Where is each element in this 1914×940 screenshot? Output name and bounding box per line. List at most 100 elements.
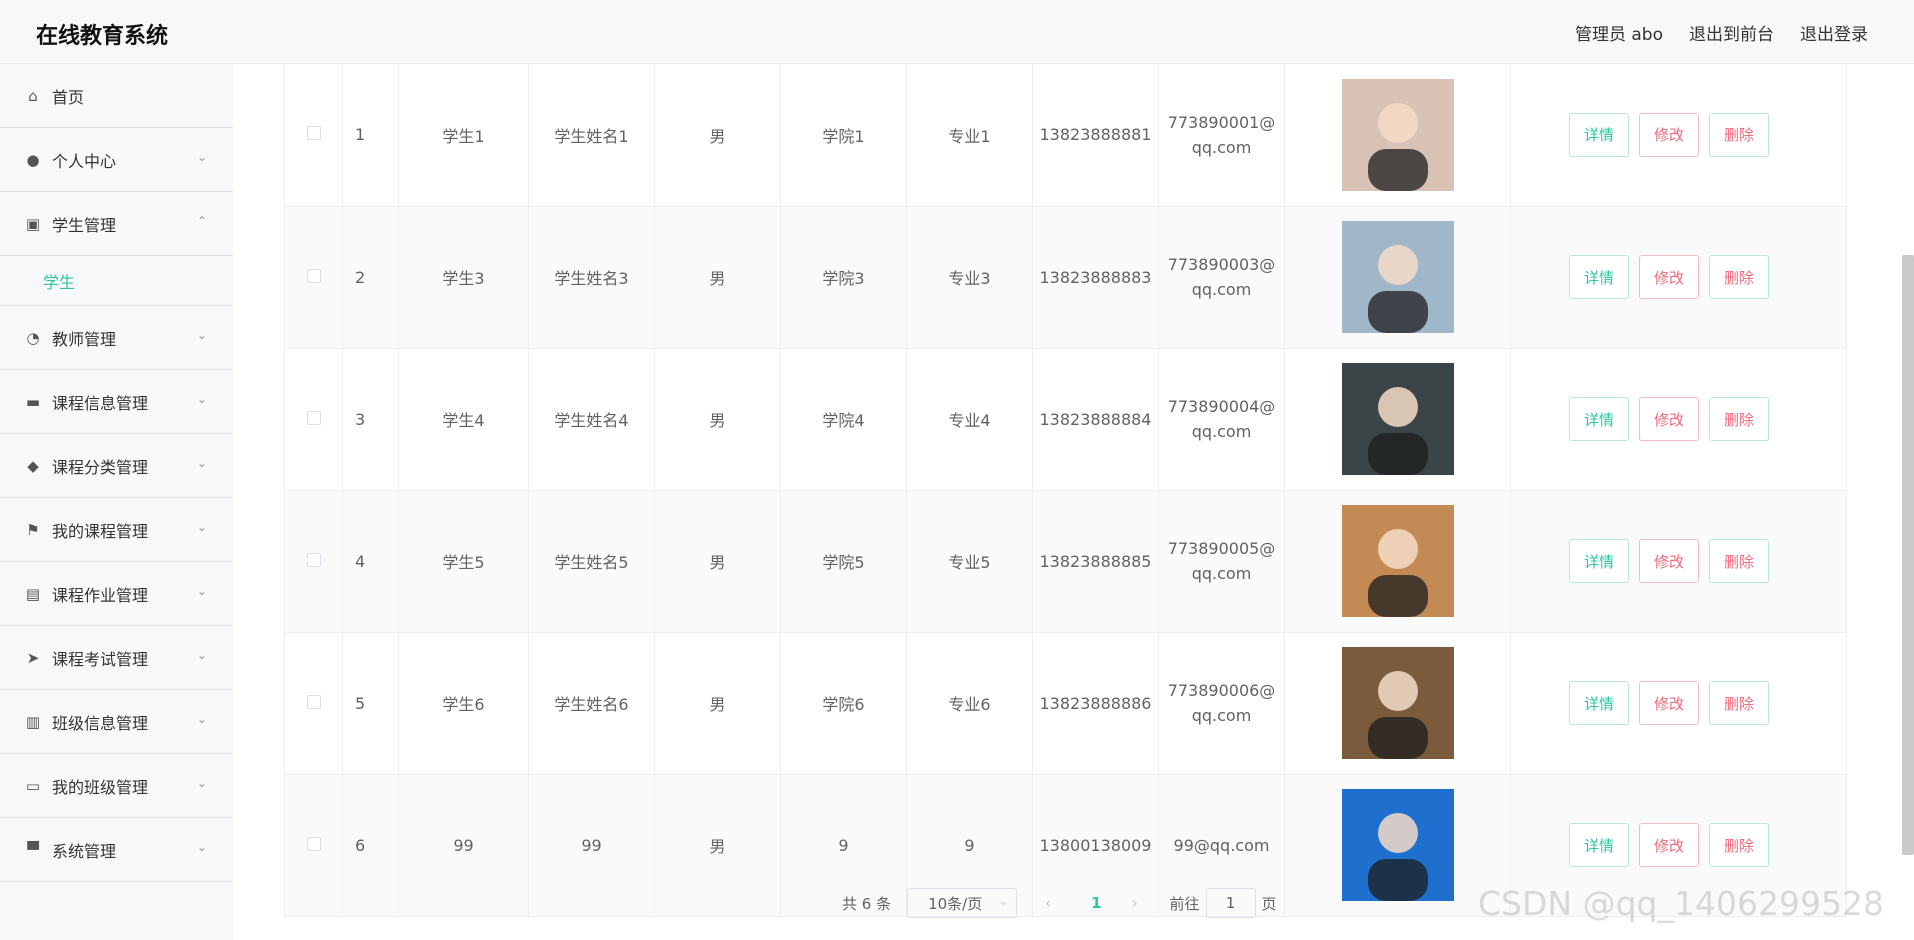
table-row: 2 学生3 学生姓名3 男 学院3 专业3 13823888883 773890… (284, 206, 1847, 349)
sidebar-item-my-class[interactable]: ▭ 我的班级管理 ⌄ (0, 754, 233, 818)
sidebar-item-label: 班级信息管理 (52, 713, 149, 733)
delete-button[interactable]: 删除 (1709, 823, 1770, 867)
email-cell: 773890005@ qq.com (1158, 490, 1285, 633)
phone-cell: 13823888881 (1032, 64, 1159, 207)
name-cell: 学生姓名4 (528, 348, 655, 491)
prev-page-button[interactable]: ‹ (1045, 894, 1051, 912)
phone-cell: 13823888886 (1032, 632, 1159, 775)
delete-button[interactable]: 删除 (1709, 681, 1770, 725)
checkbox-cell (284, 206, 343, 349)
sidebar-item-label: 课程分类管理 (52, 457, 149, 477)
edit-button[interactable]: 修改 (1639, 255, 1700, 299)
exit-to-front-link[interactable]: 退出到前台 (1689, 20, 1774, 45)
row-checkbox[interactable] (306, 268, 321, 283)
row-checkbox[interactable] (306, 836, 321, 851)
checkbox-cell (284, 632, 343, 775)
row-checkbox[interactable] (306, 126, 321, 141)
account-cell: 学生6 (398, 632, 529, 775)
sidebar-item-label: 首页 (52, 87, 85, 107)
chevron-down-icon: ⌄ (196, 584, 207, 598)
delete-button[interactable]: 删除 (1709, 539, 1770, 583)
gender-cell: 男 (654, 774, 781, 917)
sidebar-item-personal-center[interactable]: ● 个人中心 ⌄ (0, 128, 233, 192)
email-cell: 773890003@ qq.com (1158, 206, 1285, 349)
leaf-icon: ◆ (27, 456, 39, 475)
desktop-icon: ▀ (27, 840, 39, 859)
chevron-down-icon: ⌄ (196, 456, 207, 470)
index-cell: 5 (342, 632, 399, 775)
current-page[interactable]: 1 (1091, 894, 1101, 912)
email-line2: qq.com (1191, 706, 1252, 725)
header-links: 管理员 abo 退出到前台 退出登录 (1575, 20, 1868, 45)
edit-button[interactable]: 修改 (1639, 823, 1700, 867)
chevron-up-icon: ⌃ (196, 214, 207, 228)
sidebar-item-label: 系统管理 (52, 841, 117, 861)
sidebar-item-course-info[interactable]: ▬ 课程信息管理 ⌄ (0, 370, 233, 434)
sidebar-item-teacher-management[interactable]: ◔ 教师管理 ⌄ (0, 306, 233, 370)
logout-link[interactable]: 退出登录 (1800, 20, 1868, 45)
index-cell: 3 (342, 348, 399, 491)
sidebar-item-label: 个人中心 (52, 151, 117, 171)
edit-button[interactable]: 修改 (1639, 112, 1700, 157)
monitor-icon: ▬ (25, 392, 41, 411)
page-size-select[interactable]: 10条/页 ⌄ (907, 888, 1018, 918)
sidebar-item-label: 学生管理 (52, 215, 117, 235)
page-size-value: 10条/页 (928, 894, 983, 913)
detail-button[interactable]: 详情 (1569, 112, 1630, 157)
email-line2: qq.com (1191, 422, 1252, 441)
name-cell: 学生姓名1 (528, 64, 655, 207)
edit-button[interactable]: 修改 (1639, 397, 1700, 441)
major-cell: 专业1 (906, 64, 1033, 207)
books-icon: ▥ (25, 712, 41, 731)
top-header: 在线教育系统 管理员 abo 退出到前台 退出登录 (0, 0, 1914, 64)
email-cell: 773890004@ qq.com (1158, 348, 1285, 491)
detail-button[interactable]: 详情 (1569, 397, 1630, 441)
checkbox-cell (284, 490, 343, 633)
clipboard-icon: ▣ (25, 214, 41, 233)
sidebar-item-system[interactable]: ▀ 系统管理 ⌄ (0, 818, 233, 882)
actions-cell: 详情 修改 删除 (1510, 348, 1847, 491)
account-cell: 学生5 (398, 490, 529, 633)
chevron-down-icon: ⌄ (196, 520, 207, 534)
detail-button[interactable]: 详情 (1569, 255, 1630, 299)
actions-cell: 详情 修改 删除 (1510, 632, 1847, 775)
email-line1: 773890003@ (1167, 255, 1276, 274)
row-checkbox[interactable] (306, 552, 321, 567)
jump-page-input[interactable]: 1 (1205, 888, 1256, 918)
row-checkbox[interactable] (306, 694, 321, 709)
delete-button[interactable]: 删除 (1709, 112, 1770, 157)
row-checkbox[interactable] (306, 410, 321, 425)
sidebar-item-home[interactable]: ⌂ 首页 (0, 64, 233, 128)
sidebar-item-label: 我的班级管理 (52, 777, 149, 797)
gender-cell: 男 (654, 206, 781, 349)
sidebar-item-student-management[interactable]: ▣ 学生管理 ⌃ (0, 192, 233, 256)
scrollbar[interactable] (1902, 255, 1914, 855)
avatar-cell (1284, 64, 1511, 207)
chevron-down-icon: ⌄ (196, 328, 207, 342)
sidebar-item-course-homework[interactable]: ▤ 课程作业管理 ⌄ (0, 562, 233, 626)
delete-button[interactable]: 删除 (1709, 255, 1770, 299)
sidebar-item-my-courses[interactable]: ⚑ 我的课程管理 ⌄ (0, 498, 233, 562)
sidebar-item-class-info[interactable]: ▥ 班级信息管理 ⌄ (0, 690, 233, 754)
sidebar-item-label: 课程考试管理 (52, 649, 149, 669)
next-page-button[interactable]: › (1132, 894, 1138, 912)
detail-button[interactable]: 详情 (1569, 823, 1630, 867)
chevron-down-icon: ⌄ (196, 648, 207, 662)
current-user[interactable]: 管理员 abo (1575, 20, 1663, 45)
detail-button[interactable]: 详情 (1569, 681, 1630, 725)
email-line1: 773890004@ (1167, 397, 1276, 416)
main-content: 1 学生1 学生姓名1 男 学院1 专业1 13823888881 773890… (284, 64, 1847, 917)
edit-button[interactable]: 修改 (1639, 681, 1700, 725)
sidebar-subitem-student[interactable]: 学生 (0, 256, 233, 306)
table-row: 1 学生1 学生姓名1 男 学院1 专业1 13823888881 773890… (284, 64, 1847, 207)
checkbox-cell (284, 348, 343, 491)
chevron-down-icon: ⌄ (196, 776, 207, 790)
sidebar-item-course-exam[interactable]: ➤ 课程考试管理 ⌄ (0, 626, 233, 690)
detail-button[interactable]: 详情 (1569, 539, 1630, 583)
name-cell: 99 (528, 774, 655, 917)
account-cell: 学生4 (398, 348, 529, 491)
edit-button[interactable]: 修改 (1639, 539, 1700, 583)
delete-button[interactable]: 删除 (1709, 397, 1770, 441)
college-cell: 学院6 (780, 632, 907, 775)
sidebar-item-course-category[interactable]: ◆ 课程分类管理 ⌄ (0, 434, 233, 498)
